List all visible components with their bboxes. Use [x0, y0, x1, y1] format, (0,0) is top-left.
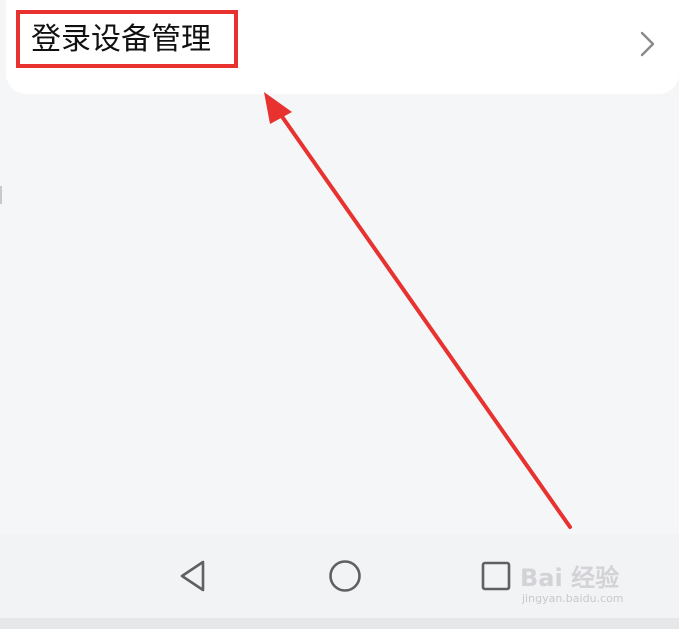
annotation-highlight-box	[16, 10, 238, 68]
watermark-url: jingyan.baidu.com	[522, 592, 624, 605]
home-circle-icon[interactable]	[323, 554, 367, 598]
recent-apps-square-icon[interactable]	[474, 554, 518, 598]
back-triangle-icon[interactable]	[172, 554, 216, 598]
watermark-brand: Bai 经验	[520, 564, 620, 592]
baidu-jingyan-watermark: Bai 经验 jingyan.baidu.com	[520, 558, 670, 612]
bottom-strip	[0, 618, 679, 629]
chevron-right-icon	[640, 31, 655, 57]
edge-mark	[0, 186, 2, 204]
